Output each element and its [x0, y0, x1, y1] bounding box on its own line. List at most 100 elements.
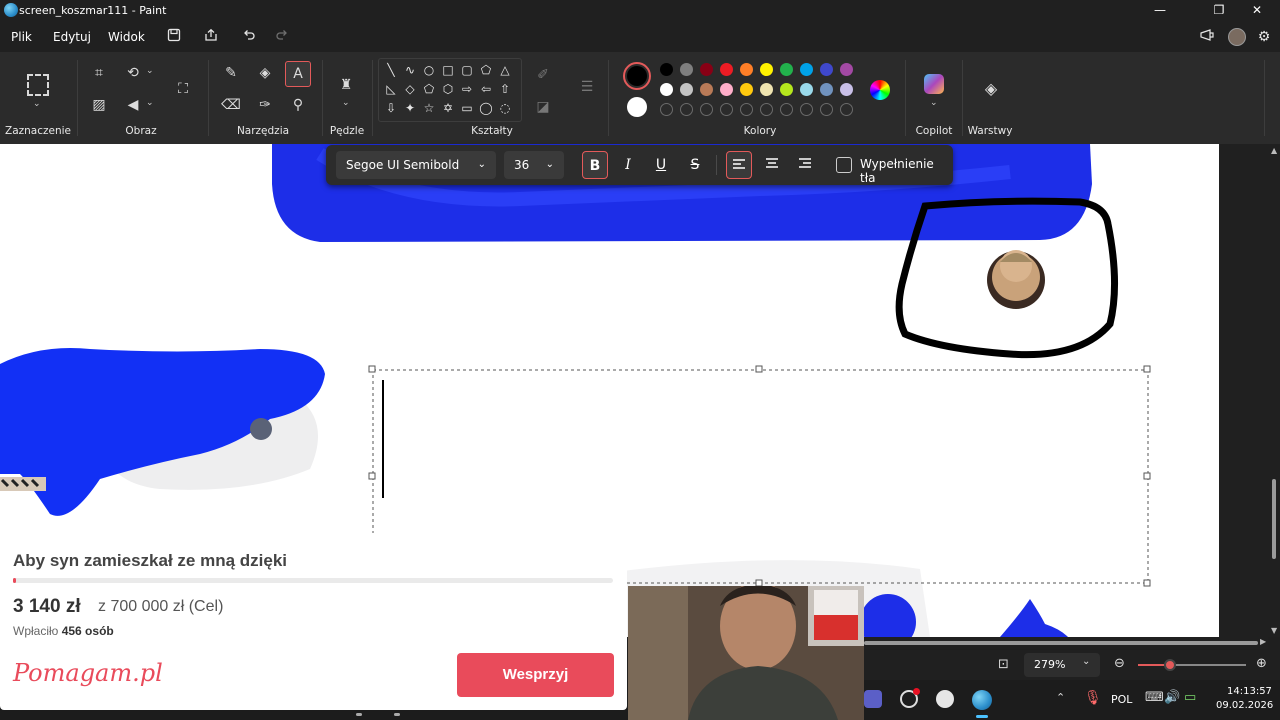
- rounded-rectangle-shape-icon[interactable]: ▢: [459, 62, 475, 78]
- battery-icon[interactable]: ▭: [1184, 690, 1196, 705]
- volume-icon[interactable]: 🔊: [1164, 690, 1180, 705]
- custom-color-slot[interactable]: [720, 103, 733, 116]
- color-swatch[interactable]: [780, 83, 793, 96]
- pencil-icon[interactable]: ✎: [220, 62, 242, 84]
- scroll-up-icon[interactable]: ▲: [1271, 146, 1277, 155]
- five-point-star-icon[interactable]: ☆: [421, 100, 437, 116]
- primary-color-button[interactable]: [623, 62, 651, 90]
- undo-icon[interactable]: [240, 28, 258, 46]
- four-point-star-icon[interactable]: ✦: [402, 100, 418, 116]
- color-swatch[interactable]: [840, 83, 853, 96]
- six-point-star-icon[interactable]: ✡: [440, 100, 456, 116]
- custom-color-slot[interactable]: [800, 103, 813, 116]
- microphone-icon[interactable]: 🎙: [1084, 690, 1102, 706]
- edit-colors-icon[interactable]: [870, 80, 890, 100]
- color-swatch[interactable]: [680, 83, 693, 96]
- settings-gear-icon[interactable]: ⚙: [1255, 28, 1273, 46]
- clock-time[interactable]: 14:13:57: [1227, 686, 1272, 697]
- zoom-dropdown[interactable]: 279% ⌄: [1024, 653, 1100, 677]
- vertical-scroll-thumb[interactable]: [1272, 479, 1276, 559]
- down-arrow-shape-icon[interactable]: ⇩: [383, 100, 399, 116]
- color-swatch[interactable]: [820, 63, 833, 76]
- color-swatch[interactable]: [740, 83, 753, 96]
- color-swatch[interactable]: [740, 63, 753, 76]
- horizontal-scrollbar[interactable]: ▶: [864, 637, 1268, 649]
- color-swatch[interactable]: [780, 63, 793, 76]
- zoom-slider-thumb[interactable]: [1164, 659, 1176, 671]
- callout-oval-icon[interactable]: ◯: [478, 100, 494, 116]
- color-picker-icon[interactable]: ✑: [254, 94, 276, 116]
- pentagon-shape-icon[interactable]: ⬠: [421, 81, 437, 97]
- copilot-icon[interactable]: [924, 74, 944, 94]
- align-center-button[interactable]: [759, 151, 785, 179]
- clock-date[interactable]: 09.02.2026: [1216, 700, 1273, 711]
- fill-bucket-icon[interactable]: ◈: [254, 62, 276, 84]
- resize-icon[interactable]: ▨: [88, 94, 110, 116]
- selection-icon[interactable]: [27, 74, 49, 96]
- image-recognition-icon[interactable]: ⛶: [172, 78, 194, 100]
- menu-file[interactable]: Plik: [11, 30, 32, 44]
- eraser-icon[interactable]: ⌫: [220, 94, 242, 116]
- horizontal-scroll-thumb[interactable]: [864, 641, 1258, 645]
- magnifier-icon[interactable]: ⚲: [287, 94, 309, 116]
- custom-color-slot[interactable]: [700, 103, 713, 116]
- line-shape-icon[interactable]: ╲: [383, 62, 399, 78]
- color-swatch[interactable]: [680, 63, 693, 76]
- layers-icon[interactable]: ◈: [980, 78, 1002, 100]
- clock-alt-app-icon[interactable]: [936, 690, 954, 708]
- custom-color-slot[interactable]: [660, 103, 673, 116]
- account-avatar[interactable]: [1228, 28, 1246, 46]
- save-icon[interactable]: [165, 28, 183, 46]
- vertical-scrollbar[interactable]: ▲ ▼: [1268, 144, 1280, 637]
- triangle-shape-icon[interactable]: △: [497, 62, 513, 78]
- align-right-button[interactable]: [792, 151, 818, 179]
- custom-color-slot[interactable]: [780, 103, 793, 116]
- pomagam-logo[interactable]: Pomagam.pl: [13, 659, 163, 687]
- redo-icon[interactable]: [273, 28, 291, 46]
- brush-icon[interactable]: ♜: [335, 74, 357, 96]
- custom-color-slot[interactable]: [680, 103, 693, 116]
- left-arrow-shape-icon[interactable]: ⇦: [478, 81, 494, 97]
- color-swatch[interactable]: [700, 83, 713, 96]
- custom-color-slot[interactable]: [740, 103, 753, 116]
- support-button[interactable]: Wesprzyj: [457, 653, 614, 697]
- hexagon-shape-icon[interactable]: ⬡: [440, 81, 456, 97]
- custom-color-slot[interactable]: [760, 103, 773, 116]
- outline-icon[interactable]: ✐: [532, 64, 554, 86]
- underline-button[interactable]: U: [648, 151, 674, 179]
- network-icon[interactable]: ⌨: [1145, 690, 1164, 705]
- rectangle-shape-icon[interactable]: □: [440, 62, 456, 78]
- chevron-up-icon[interactable]: ⌃: [1056, 691, 1065, 704]
- zoom-in-icon[interactable]: ⊕: [1256, 656, 1267, 671]
- share-icon[interactable]: [202, 28, 220, 46]
- color-swatch[interactable]: [800, 63, 813, 76]
- scroll-down-icon[interactable]: ▼: [1271, 626, 1277, 635]
- crop-icon[interactable]: ⌗: [88, 62, 110, 84]
- up-arrow-shape-icon[interactable]: ⇧: [497, 81, 513, 97]
- color-swatch[interactable]: [820, 83, 833, 96]
- brushes-chevron-icon[interactable]: ⌄: [342, 98, 350, 108]
- paint-taskbar-icon[interactable]: [972, 690, 992, 710]
- color-swatch[interactable]: [760, 63, 773, 76]
- feedback-icon[interactable]: [1198, 28, 1216, 46]
- callout-cloud-icon[interactable]: ◌: [497, 100, 513, 116]
- strikethrough-button[interactable]: S: [682, 151, 708, 179]
- color-swatch[interactable]: [660, 83, 673, 96]
- polygon-shape-icon[interactable]: ⬠: [478, 62, 494, 78]
- color-swatch[interactable]: [660, 63, 673, 76]
- oval-shape-icon[interactable]: ○: [421, 62, 437, 78]
- secondary-color-button[interactable]: [627, 97, 647, 117]
- diamond-shape-icon[interactable]: ◇: [402, 81, 418, 97]
- align-left-button[interactable]: [726, 151, 752, 179]
- color-swatch[interactable]: [840, 63, 853, 76]
- menu-edit[interactable]: Edytuj: [53, 30, 91, 44]
- shape-fill-icon[interactable]: ◪: [532, 96, 554, 118]
- scroll-right-icon[interactable]: ▶: [1260, 637, 1266, 646]
- selection-chevron-icon[interactable]: ⌄: [33, 99, 41, 109]
- callout-rectangle-icon[interactable]: ▭: [459, 100, 475, 116]
- flip-chevron-icon[interactable]: ⌄: [146, 98, 154, 108]
- minimize-button[interactable]: —: [1148, 2, 1172, 18]
- menu-view[interactable]: Widok: [108, 30, 145, 44]
- close-button[interactable]: ✕: [1245, 2, 1269, 18]
- rotate-chevron-icon[interactable]: ⌄: [146, 66, 154, 76]
